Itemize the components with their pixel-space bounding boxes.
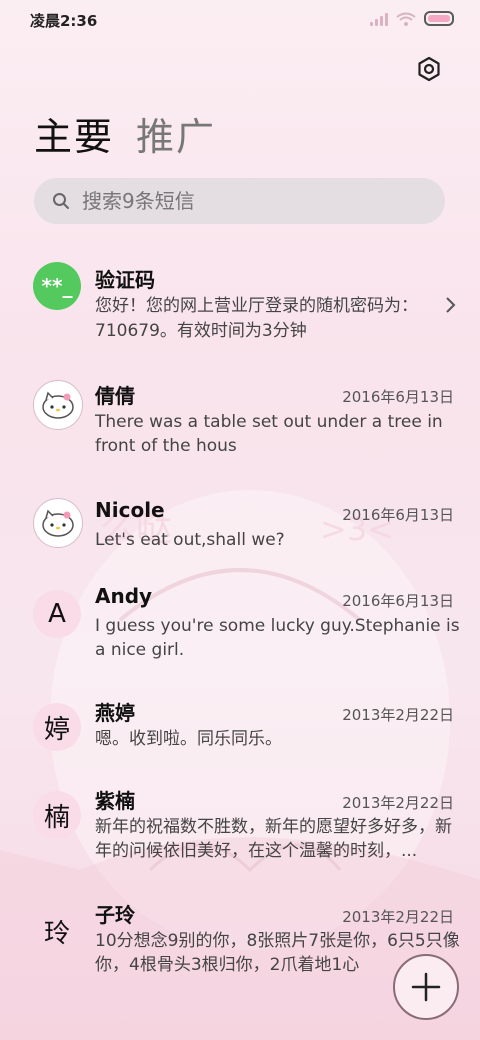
settings-gear-icon[interactable] [416, 56, 442, 82]
avatar-initial: 玲 [43, 918, 70, 949]
message-item[interactable]: 婷 燕婷 2013年2月22日 嗯。收到啦。同乐同乐。 [0, 697, 480, 791]
status-icons [370, 11, 454, 26]
message-date: 2016年6月13日 [342, 388, 454, 406]
message-item[interactable]: Nicole 2016年6月13日 Let's eat out,shall we… [0, 486, 480, 580]
message-list: **_ 验证码 您好！您的网上营业厅登录的随机密码为：710679。有效时间为3… [0, 250, 480, 987]
sender-name: 倩倩 [95, 384, 135, 408]
message-date: 2016年6月13日 [342, 592, 454, 610]
message-item[interactable]: 倩倩 2016年6月13日 There was a table set out … [0, 368, 480, 486]
message-item[interactable]: 楠 紫楠 2013年2月22日 新年的祝福数不胜数，新年的愿望好多好多，新年的问… [0, 789, 480, 907]
sender-name: 紫楠 [95, 789, 135, 813]
sender-name: Andy [95, 584, 153, 608]
sender-name: 燕婷 [95, 701, 135, 725]
avatar-initial: A [48, 599, 66, 629]
avatar: 楠 [33, 791, 81, 839]
signal-icon [370, 12, 388, 26]
avatar: 玲 [33, 907, 81, 955]
avatar-initial: 婷 [43, 714, 70, 745]
avatar: **_ [33, 262, 81, 310]
message-preview: 嗯。收到啦。同乐同乐。 [95, 729, 282, 749]
message-item[interactable]: A Andy 2016年6月13日 I guess you're some lu… [0, 580, 480, 697]
new-message-button[interactable] [393, 954, 459, 1020]
wifi-icon [396, 12, 416, 26]
message-date: 2013年2月22日 [342, 706, 454, 724]
message-preview: There was a table set out under a tree i… [95, 412, 443, 456]
message-date: 2016年6月13日 [342, 506, 454, 524]
avatar-initial: 楠 [43, 802, 70, 833]
message-preview: 新年的祝福数不胜数，新年的愿望好多好多，新年的问候依旧美好，在这个温馨的时刻，.… [95, 817, 452, 861]
avatar: A [33, 590, 81, 638]
hello-kitty-icon [33, 380, 83, 430]
search-input[interactable] [80, 188, 414, 214]
status-bar: 凌晨2:36 [0, 0, 480, 40]
message-preview: I guess you're some lucky guy.Stephanie … [95, 616, 460, 660]
sender-name: 验证码 [95, 268, 155, 292]
sender-name: Nicole [95, 498, 165, 522]
message-preview: Let's eat out,shall we? [95, 530, 285, 550]
message-preview: 您好！您的网上营业厅登录的随机密码为：710679。有效时间为3分钟 [95, 296, 418, 341]
battery-icon [424, 11, 454, 26]
avatar: 婷 [33, 703, 81, 751]
search-bar[interactable] [34, 178, 445, 224]
search-icon [53, 193, 69, 209]
chevron-right-icon[interactable] [444, 296, 456, 314]
message-date: 2013年2月22日 [342, 908, 454, 926]
tab-primary[interactable]: 主要 [34, 106, 114, 161]
plus-icon [411, 972, 441, 1002]
tab-bar: 主要 推广 [34, 106, 216, 161]
avatar-text: **_ [41, 274, 73, 298]
sender-name: 子玲 [95, 903, 135, 927]
tab-promotions[interactable]: 推广 [136, 106, 216, 161]
message-item-verification-code[interactable]: **_ 验证码 您好！您的网上营业厅登录的随机密码为：710679。有效时间为3… [0, 250, 480, 368]
hello-kitty-icon [33, 498, 83, 548]
status-time: 凌晨2:36 [30, 12, 98, 30]
message-date: 2013年2月22日 [342, 794, 454, 812]
